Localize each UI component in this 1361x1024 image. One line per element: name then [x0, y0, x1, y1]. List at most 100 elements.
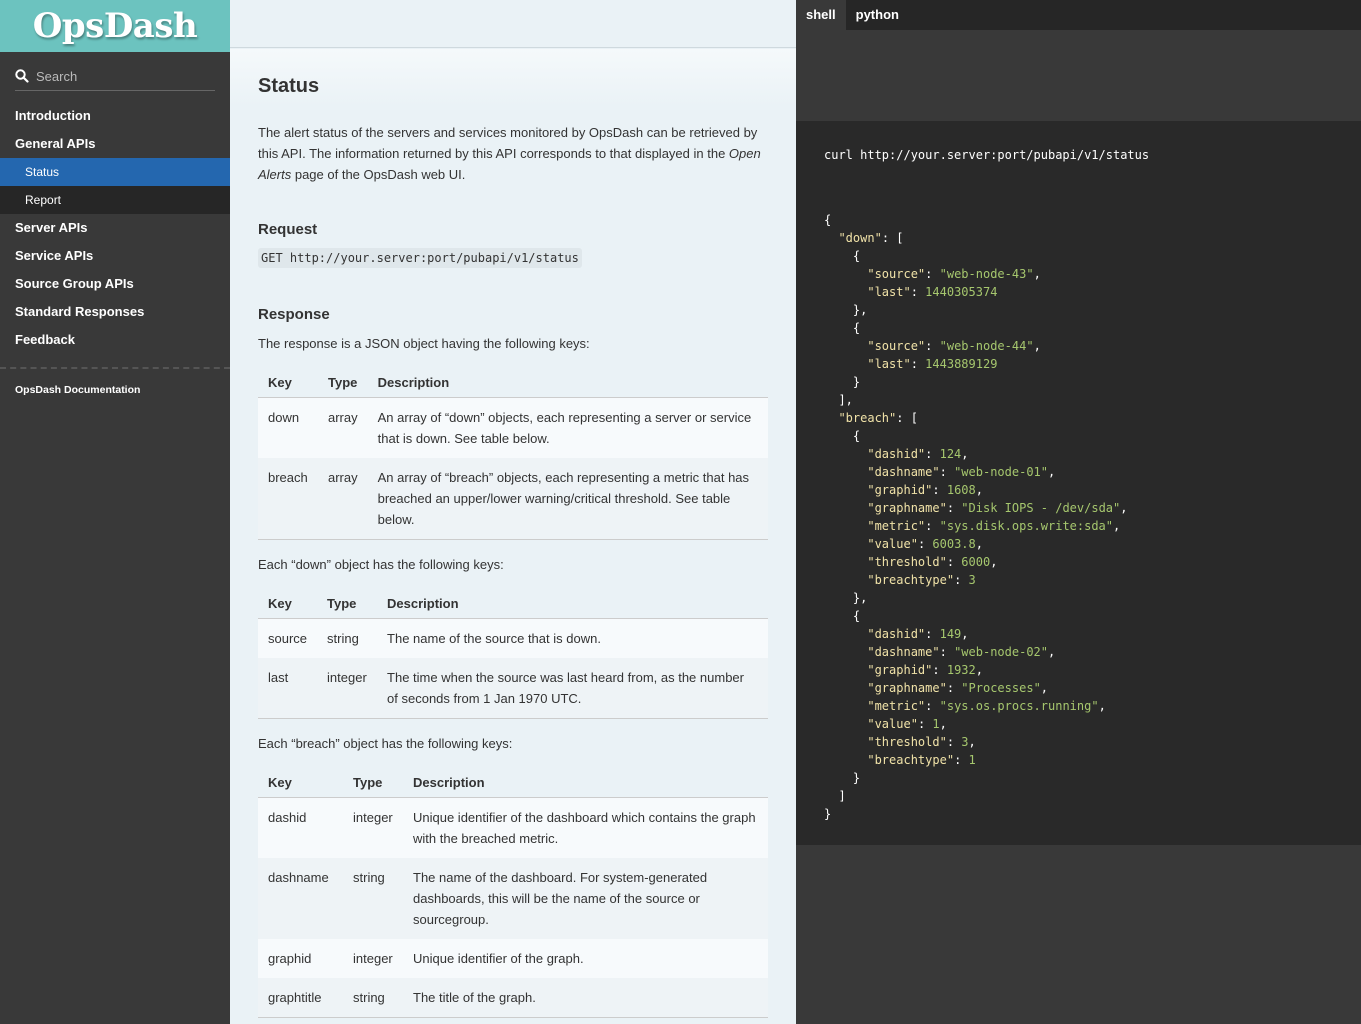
- cell-key: source: [268, 631, 308, 646]
- cell-key: graphid: [268, 951, 312, 966]
- cell-description: The title of the graph.: [403, 978, 768, 1018]
- breach-keys-table: Key Type Description dashid integer Uniq…: [258, 766, 768, 1018]
- content: Status The alert status of the servers a…: [230, 75, 796, 1018]
- cell-type: integer: [353, 810, 393, 825]
- json-value: 1: [932, 717, 940, 731]
- json-value: Processes: [968, 681, 1034, 695]
- table-row: graphid integer Unique identifier of the…: [258, 939, 768, 978]
- search-box: [15, 62, 215, 91]
- cell-description: The time when the source was last heard …: [377, 658, 768, 719]
- column-header-description: Description: [403, 766, 768, 798]
- request-code: GET http://your.server:port/pubapi/v1/st…: [258, 248, 582, 268]
- json-value: 1440305374: [925, 285, 998, 299]
- cell-description: Unique identifier of the graph.: [413, 951, 584, 966]
- json-value: 1: [968, 753, 976, 767]
- column-header-type: Type: [343, 766, 403, 798]
- top-bar: [230, 0, 796, 48]
- json-value: web-node-44: [946, 339, 1027, 353]
- json-value: 124: [939, 447, 962, 461]
- column-header-description: Description: [367, 366, 768, 398]
- page-title: Status: [258, 75, 320, 97]
- cell-key: dashid: [268, 810, 307, 825]
- nav-server-apis[interactable]: Server APIs: [0, 214, 230, 242]
- column-header-description: Description: [377, 587, 768, 619]
- cell-key: down: [268, 410, 300, 425]
- nav-standard-responses[interactable]: Standard Responses: [0, 298, 230, 326]
- column-header-type: Type: [318, 366, 368, 398]
- cell-type: array: [328, 410, 358, 425]
- table-row: graphtitle string The title of the graph…: [258, 978, 768, 1018]
- json-value: web-node-01: [961, 465, 1041, 479]
- cell-key: breach: [258, 458, 318, 540]
- nav-introduction[interactable]: Introduction: [0, 102, 230, 130]
- nav-feedback[interactable]: Feedback: [0, 326, 230, 354]
- code-panel: shell python curl http://your.server:por…: [796, 0, 1361, 1024]
- cell-type: string: [343, 978, 403, 1018]
- curl-command: curl http://your.server:port/pubapi/v1/s…: [824, 148, 1150, 162]
- nav-service-apis[interactable]: Service APIs: [0, 242, 230, 270]
- cell-description: An array of “breach” objects, each repre…: [367, 458, 768, 540]
- down-keys-table: Key Type Description source string The n…: [258, 587, 768, 719]
- json-value: 6000: [961, 555, 991, 569]
- cell-type: integer: [317, 658, 378, 719]
- cell-description: Unique identifier of the dashboard which…: [413, 810, 756, 846]
- cell-type: string: [327, 631, 359, 646]
- json-value: Disk IOPS - /dev/sda: [968, 501, 1114, 515]
- column-header-key: Key: [258, 366, 318, 398]
- table-row: dashid integer Unique identifier of the …: [258, 797, 768, 858]
- code-block: curl http://your.server:port/pubapi/v1/s…: [796, 121, 1361, 845]
- nav-report[interactable]: Report: [0, 186, 230, 214]
- tab-shell[interactable]: shell: [796, 0, 846, 30]
- table-row: down array An array of “down” objects, e…: [258, 397, 768, 458]
- json-value: 1443889129: [925, 357, 998, 371]
- json-value: sys.disk.ops.write:sda: [946, 519, 1106, 533]
- json-value: 3: [961, 735, 969, 749]
- column-header-key: Key: [258, 587, 318, 619]
- response-intro: The response is a JSON object having the…: [258, 336, 590, 351]
- json-value: 3: [968, 573, 976, 587]
- nav-general-apis[interactable]: General APIs: [0, 130, 230, 158]
- tab-python[interactable]: python: [846, 0, 909, 30]
- table-row: dashname string The name of the dashboar…: [258, 858, 768, 939]
- logo-text: OpsDash: [32, 6, 198, 46]
- cell-description: The name of the source that is down.: [387, 631, 601, 646]
- column-header-key: Key: [258, 766, 343, 798]
- cell-type: array: [318, 458, 368, 540]
- sidebar: OpsDash Introduction General APIs Status…: [0, 0, 230, 1024]
- cell-key: dashname: [268, 870, 329, 885]
- json-value: 1932: [946, 663, 976, 677]
- down-intro: Each “down” object has the following key…: [258, 557, 504, 572]
- intro-text-2: page of the OpsDash web UI.: [291, 167, 466, 182]
- response-keys-table: Key Type Description down array An array…: [258, 366, 768, 540]
- nav: Introduction General APIs Status Report …: [0, 102, 230, 354]
- language-tabs: shell python: [796, 0, 1361, 30]
- search-input[interactable]: [36, 68, 206, 84]
- cell-key: graphtitle: [258, 978, 343, 1018]
- table-row: last integer The time when the source wa…: [258, 658, 768, 719]
- cell-description: An array of “down” objects, each represe…: [377, 410, 752, 446]
- json-value: 149: [939, 627, 962, 641]
- logo[interactable]: OpsDash: [0, 0, 230, 52]
- json-value: 1608: [946, 483, 976, 497]
- nav-source-group-apis[interactable]: Source Group APIs: [0, 270, 230, 298]
- search-icon: [15, 69, 29, 83]
- breach-intro: Each “breach” object has the following k…: [258, 736, 513, 751]
- footer-link[interactable]: OpsDash Documentation: [0, 369, 230, 411]
- cell-type: string: [353, 870, 385, 885]
- json-value: 6003.8: [932, 537, 976, 551]
- cell-type: integer: [353, 951, 393, 966]
- request-heading: Request: [258, 221, 318, 238]
- table-row: source string The name of the source tha…: [258, 618, 768, 658]
- json-value: sys.os.procs.running: [946, 699, 1092, 713]
- cell-description: The name of the dashboard. For system-ge…: [413, 870, 708, 927]
- json-response: { "down": [ { "source": "web-node-43", "…: [824, 213, 1128, 821]
- cell-key: last: [258, 658, 318, 719]
- intro-paragraph: The alert status of the servers and serv…: [258, 122, 768, 185]
- nav-status[interactable]: Status: [0, 158, 230, 186]
- table-row: breach array An array of “breach” object…: [258, 458, 768, 540]
- main-content: Status The alert status of the servers a…: [230, 0, 796, 1024]
- json-value: web-node-43: [946, 267, 1027, 281]
- intro-text-1: The alert status of the servers and serv…: [258, 125, 758, 161]
- json-value: web-node-02: [961, 645, 1041, 659]
- response-heading: Response: [258, 306, 330, 323]
